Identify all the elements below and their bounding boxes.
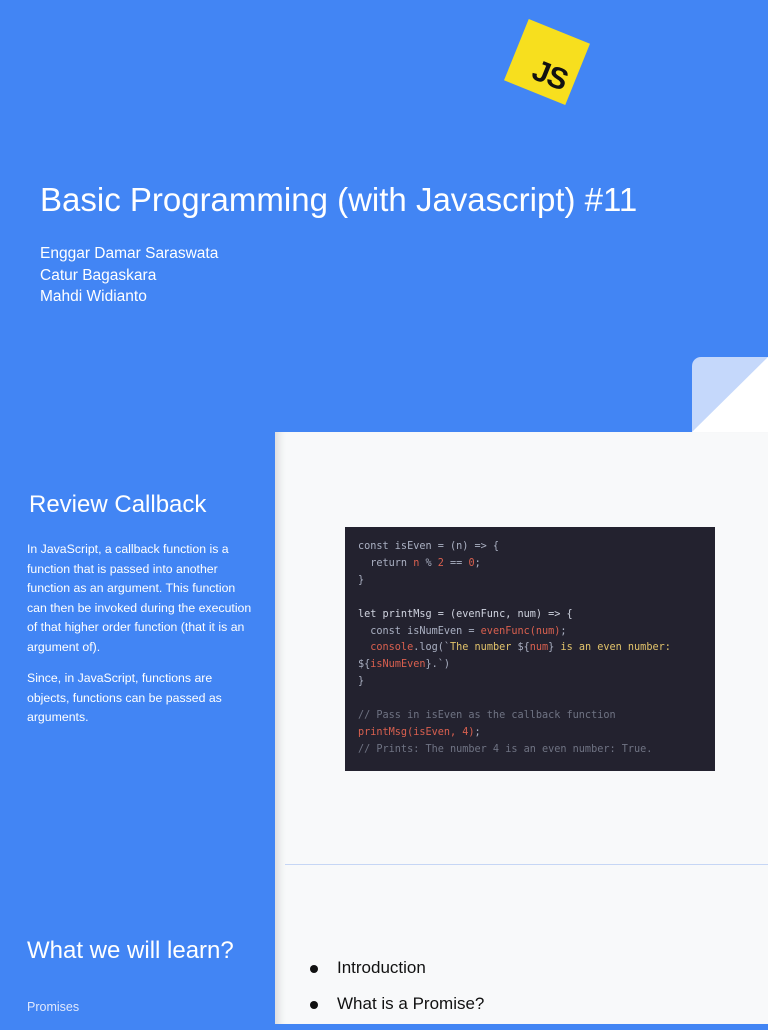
bullet-icon	[310, 1001, 318, 1009]
slide-title: Basic Programming (with Javascript) #11	[40, 181, 638, 218]
page-fold-decoration	[692, 357, 768, 432]
list-item: What is a Promise?	[308, 994, 484, 1030]
authors: Enggar Damar Saraswata Catur Bagaskara M…	[40, 243, 218, 308]
author: Catur Bagaskara	[40, 266, 157, 284]
bullet-icon	[310, 965, 318, 973]
author: Enggar Damar Saraswata	[40, 245, 219, 262]
callback-paragraph: Since, in JavaScript, functions are obje…	[27, 671, 222, 724]
slide-divider	[285, 864, 768, 865]
review-callback-heading: Review Callback	[29, 491, 207, 518]
callback-paragraph: In JavaScript, a callback function is a …	[27, 542, 252, 654]
author: Mahdi Widianto	[40, 288, 147, 305]
left-panel	[0, 432, 275, 1024]
topic-subtitle: Promises	[27, 1000, 80, 1014]
list-item: Introduction	[308, 958, 484, 994]
code-block: const isEven = (n) => { return n % 2 == …	[345, 527, 715, 771]
what-we-will-learn-heading: What we will learn?	[27, 937, 234, 964]
title-slide: JS Basic Programming (with Javascript) #…	[0, 0, 768, 432]
learning-list: Introduction What is a Promise?	[308, 958, 484, 1030]
js-logo: JS	[504, 19, 590, 105]
